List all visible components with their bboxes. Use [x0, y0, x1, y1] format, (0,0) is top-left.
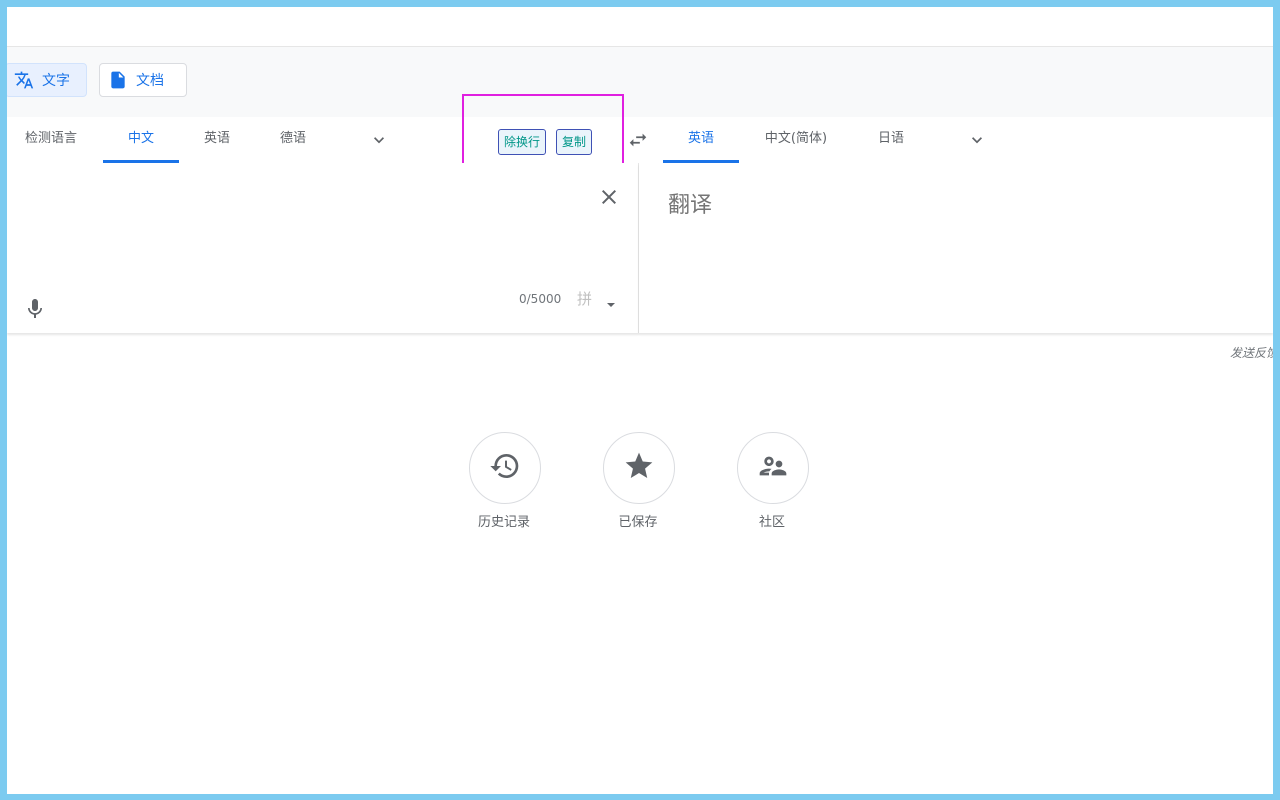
pinyin-dropdown-arrow-icon[interactable] — [605, 296, 617, 308]
community-label: 社区 — [758, 515, 785, 530]
source-more-languages-chevron-down-icon[interactable] — [369, 130, 389, 150]
clear-close-icon[interactable] — [597, 185, 621, 209]
pinyin-toggle[interactable]: 拼 — [577, 288, 592, 309]
translate-icon — [14, 70, 34, 90]
target-more-languages-chevron-down-icon[interactable] — [967, 130, 987, 150]
document-mode-button[interactable]: 文档 — [99, 63, 187, 97]
community-button[interactable] — [737, 432, 809, 504]
source-lang-chinese[interactable]: 中文 — [103, 117, 179, 163]
target-lang-english[interactable]: 英语 — [663, 117, 739, 163]
top-bar — [7, 7, 1273, 47]
text-mode-button[interactable]: 文字 — [7, 63, 87, 97]
history-icon — [489, 450, 521, 486]
text-mode-label: 文字 — [42, 73, 70, 89]
microphone-icon[interactable] — [23, 297, 47, 321]
source-textarea[interactable] — [7, 163, 567, 273]
source-panel: 0/5000 拼 — [7, 163, 639, 333]
source-lang-english[interactable]: 英语 — [179, 117, 255, 163]
saved-label: 已保存 — [618, 515, 658, 530]
target-panel: 翻译 — [639, 163, 1273, 333]
history-button[interactable] — [469, 432, 541, 504]
source-lang-german[interactable]: 德语 — [255, 117, 331, 163]
app-window: 文字 文档 检测语言 中文 英语 德语 除换行 复制 英语 中文(简体) 日语 — [7, 7, 1273, 794]
document-icon — [108, 70, 128, 90]
char-counter: 0/5000 — [519, 292, 562, 306]
target-lang-chinese-simplified[interactable]: 中文(简体) — [749, 117, 843, 163]
star-icon — [623, 450, 655, 486]
history-label: 历史记录 — [477, 515, 530, 530]
source-lang-detect[interactable]: 检测语言 — [13, 117, 89, 163]
saved-button[interactable] — [603, 432, 675, 504]
document-mode-label: 文档 — [136, 73, 164, 89]
send-feedback-link[interactable]: 发送反馈 — [1230, 344, 1273, 361]
community-icon — [757, 450, 789, 486]
translation-placeholder: 翻译 — [668, 193, 713, 218]
mode-bar: 文字 文档 — [7, 47, 1273, 118]
target-lang-japanese[interactable]: 日语 — [853, 117, 929, 163]
swap-languages-icon[interactable] — [627, 129, 649, 151]
